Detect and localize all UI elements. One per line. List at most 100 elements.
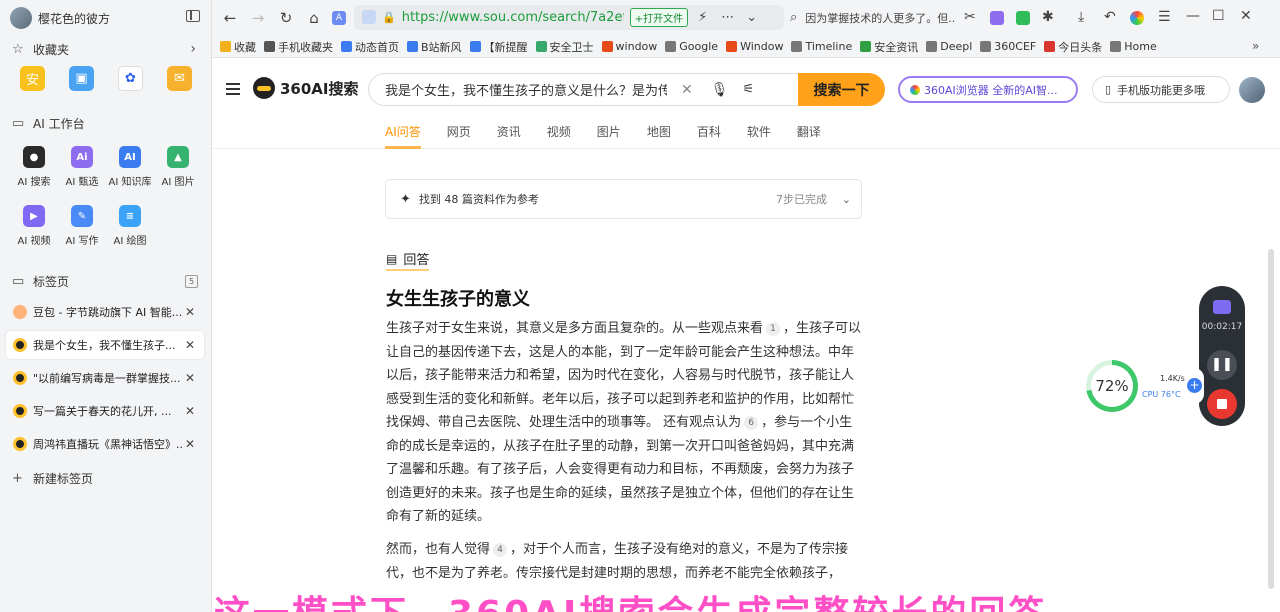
tab-video[interactable]: 视频 — [547, 123, 571, 149]
tab-spring[interactable]: 写一篇关于春天的花儿开, ... ✕ — [6, 397, 204, 425]
reload-icon[interactable]: ↻ — [276, 9, 296, 27]
pause-button[interactable]: ❚❚ — [1207, 350, 1237, 380]
profile-row[interactable]: 樱花色的彼方 — [0, 0, 212, 36]
bookmark-item[interactable]: Home — [1110, 40, 1157, 53]
tab-news[interactable]: 资讯 — [497, 123, 521, 149]
minimize-icon[interactable]: — — [1186, 8, 1200, 24]
bookmark-item[interactable]: B站新风 — [407, 39, 462, 55]
site-logo[interactable]: 360AI搜索 — [253, 77, 359, 99]
bookmark-item[interactable]: 收藏 — [220, 39, 256, 55]
close-icon[interactable]: ✕ — [185, 371, 195, 385]
bookmark-item[interactable]: Google — [665, 40, 718, 53]
fav-app-mail-icon[interactable]: ✉ — [167, 66, 192, 91]
camera-icon[interactable] — [1213, 300, 1231, 314]
bookmark-item[interactable]: 安全卫士 — [535, 39, 594, 55]
citation-badge[interactable]: 4 — [493, 543, 508, 557]
clear-icon[interactable]: ✕ — [681, 82, 693, 98]
tool-ai-search[interactable]: ● AI 搜索 — [10, 146, 58, 188]
fav-app-baidu-icon[interactable]: ✿ — [118, 66, 143, 91]
new-tab-button[interactable]: + 新建标签页 — [0, 465, 212, 491]
bookmark-item[interactable]: 今日头条 — [1044, 39, 1102, 55]
tab-translate[interactable]: 翻译 — [797, 123, 821, 149]
citation-badge[interactable]: 1 — [766, 322, 781, 336]
chevron-right-icon[interactable]: › — [190, 41, 196, 57]
mobile-version-button[interactable]: ▯ 手机版功能更多哦 — [1092, 76, 1230, 103]
bookmark-item[interactable]: 【新提醒 — [469, 39, 528, 55]
scissors-icon[interactable]: ✂ — [964, 9, 976, 25]
tab-doubao[interactable]: 豆包 - 字节跳动旗下 AI 智能... ✕ — [6, 298, 204, 326]
tool-ai-image[interactable]: ▲ AI 图片 — [154, 146, 202, 188]
site-shield-icon[interactable] — [362, 10, 376, 24]
url-text[interactable]: https://www.sou.com/search/7a2ef05act — [402, 10, 624, 25]
bookmarks-more-icon[interactable]: » — [1252, 39, 1259, 53]
toolbar-search-text[interactable]: 因为掌握技术的人更多了。但... — [805, 10, 956, 26]
tool-ai-select[interactable]: Ai AI 甄选 — [58, 146, 106, 188]
chevron-down-icon[interactable]: ⌄ — [746, 10, 757, 25]
chevron-down-icon[interactable]: ⌄ — [842, 193, 851, 206]
search-button[interactable]: 搜索一下 — [798, 73, 885, 106]
bookmark-item[interactable]: Window — [726, 40, 783, 53]
tool-ai-video[interactable]: ▶ AI 视频 — [10, 205, 58, 247]
bookmark-item[interactable]: 360CEF — [980, 40, 1036, 53]
tab-baike[interactable]: 百科 — [697, 123, 721, 149]
maximize-icon[interactable]: ☐ — [1212, 8, 1225, 24]
bookmark-item[interactable]: Timeline — [791, 40, 852, 53]
profile-avatar[interactable] — [10, 7, 32, 29]
puzzle-icon[interactable]: ✱ — [1042, 9, 1054, 25]
memory-gauge[interactable]: 72% — [1086, 360, 1138, 412]
tab-current-search[interactable]: 我是个女生，我不懂生孩子... ✕ — [6, 331, 204, 359]
more-dots-icon[interactable]: ⋯ — [721, 10, 734, 25]
sidebar-collapse-icon[interactable] — [186, 10, 200, 22]
bookmark-item[interactable]: window — [601, 40, 657, 53]
browser-promo[interactable]: 360AI浏览器 全新的AI智... — [898, 76, 1078, 103]
hamburger-menu-icon[interactable] — [226, 83, 240, 98]
page-scrollbar[interactable] — [1268, 249, 1274, 589]
filter-icon[interactable]: ⚟ — [743, 82, 755, 97]
bookmark-item[interactable]: Deepl — [926, 40, 972, 53]
tab-images[interactable]: 图片 — [597, 123, 621, 149]
menu-icon[interactable]: ☰ — [1158, 9, 1171, 25]
tab-virus[interactable]: "以前编写病毒是一群掌握技... ✕ — [6, 364, 204, 392]
tabs-count[interactable]: 5 — [185, 274, 198, 288]
ai-colorful-icon[interactable] — [1130, 11, 1144, 25]
expand-plus-icon[interactable]: + — [1187, 378, 1202, 393]
open-file-button[interactable]: +打开文件 — [629, 8, 689, 27]
close-icon[interactable]: ✕ — [185, 404, 195, 418]
search-input[interactable]: 我是个女生，我不懂生孩子的意义是什么？是为传宗接代，还 ✕ 🎙 ⚟ — [368, 73, 856, 106]
tab-software[interactable]: 软件 — [747, 123, 771, 149]
extension-green-icon[interactable] — [1016, 11, 1030, 25]
bookmark-item[interactable]: 手机收藏夹 — [264, 39, 333, 55]
tab-web[interactable]: 网页 — [447, 123, 471, 149]
undo-icon[interactable]: ↶ — [1104, 9, 1116, 25]
tab-ai-qa[interactable]: AI问答 — [385, 123, 421, 149]
home-icon[interactable]: ⌂ — [304, 9, 324, 27]
close-icon[interactable]: ✕ — [185, 305, 195, 319]
close-icon[interactable]: ✕ — [185, 338, 195, 352]
microphone-icon[interactable]: 🎙 — [711, 82, 729, 98]
address-bar[interactable]: 🔒 https://www.sou.com/search/7a2ef05act … — [354, 5, 784, 30]
close-window-icon[interactable]: ✕ — [1240, 8, 1252, 24]
bookmark-item[interactable]: 安全资讯 — [860, 39, 918, 55]
ai-badge-icon[interactable]: A — [332, 11, 346, 25]
extension-purple-icon[interactable] — [990, 11, 1004, 25]
favorites-header[interactable]: ☆ 收藏夹 › — [0, 36, 212, 62]
tab-map[interactable]: 地图 — [647, 123, 671, 149]
toolbar-search[interactable]: ⌕ 因为掌握技术的人更多了。但... — [784, 5, 956, 30]
search-query[interactable]: 我是个女生，我不懂生孩子的意义是什么？是为传宗接代，还 — [385, 80, 667, 99]
user-avatar[interactable] — [1239, 77, 1265, 103]
citation-badge[interactable]: 6 — [744, 416, 759, 430]
forward-icon[interactable]: → — [248, 9, 268, 27]
stop-button[interactable] — [1207, 389, 1237, 419]
back-icon[interactable]: ← — [220, 9, 240, 27]
references-panel[interactable]: ✦ 找到 48 篇资料作为参考 7步已完成 ⌄ — [385, 179, 862, 219]
close-icon[interactable]: ✕ — [185, 437, 195, 451]
fav-app-tv-icon[interactable]: ▣ — [69, 66, 94, 91]
tool-ai-draw[interactable]: ≡ AI 绘图 — [106, 205, 154, 247]
download-icon[interactable]: ⤓ — [1078, 9, 1084, 25]
tool-ai-knowledge[interactable]: AI AI 知识库 — [106, 146, 154, 188]
bolt-icon[interactable]: ⚡ — [698, 10, 707, 25]
bookmark-item[interactable]: 动态首页 — [341, 39, 399, 55]
tab-zhouhongyi[interactable]: 周鸿祎直播玩《黑神话悟空》... ✕ — [6, 430, 204, 458]
fav-app-an-icon[interactable]: 安 — [20, 66, 45, 91]
tool-ai-write[interactable]: ✎ AI 写作 — [58, 205, 106, 247]
